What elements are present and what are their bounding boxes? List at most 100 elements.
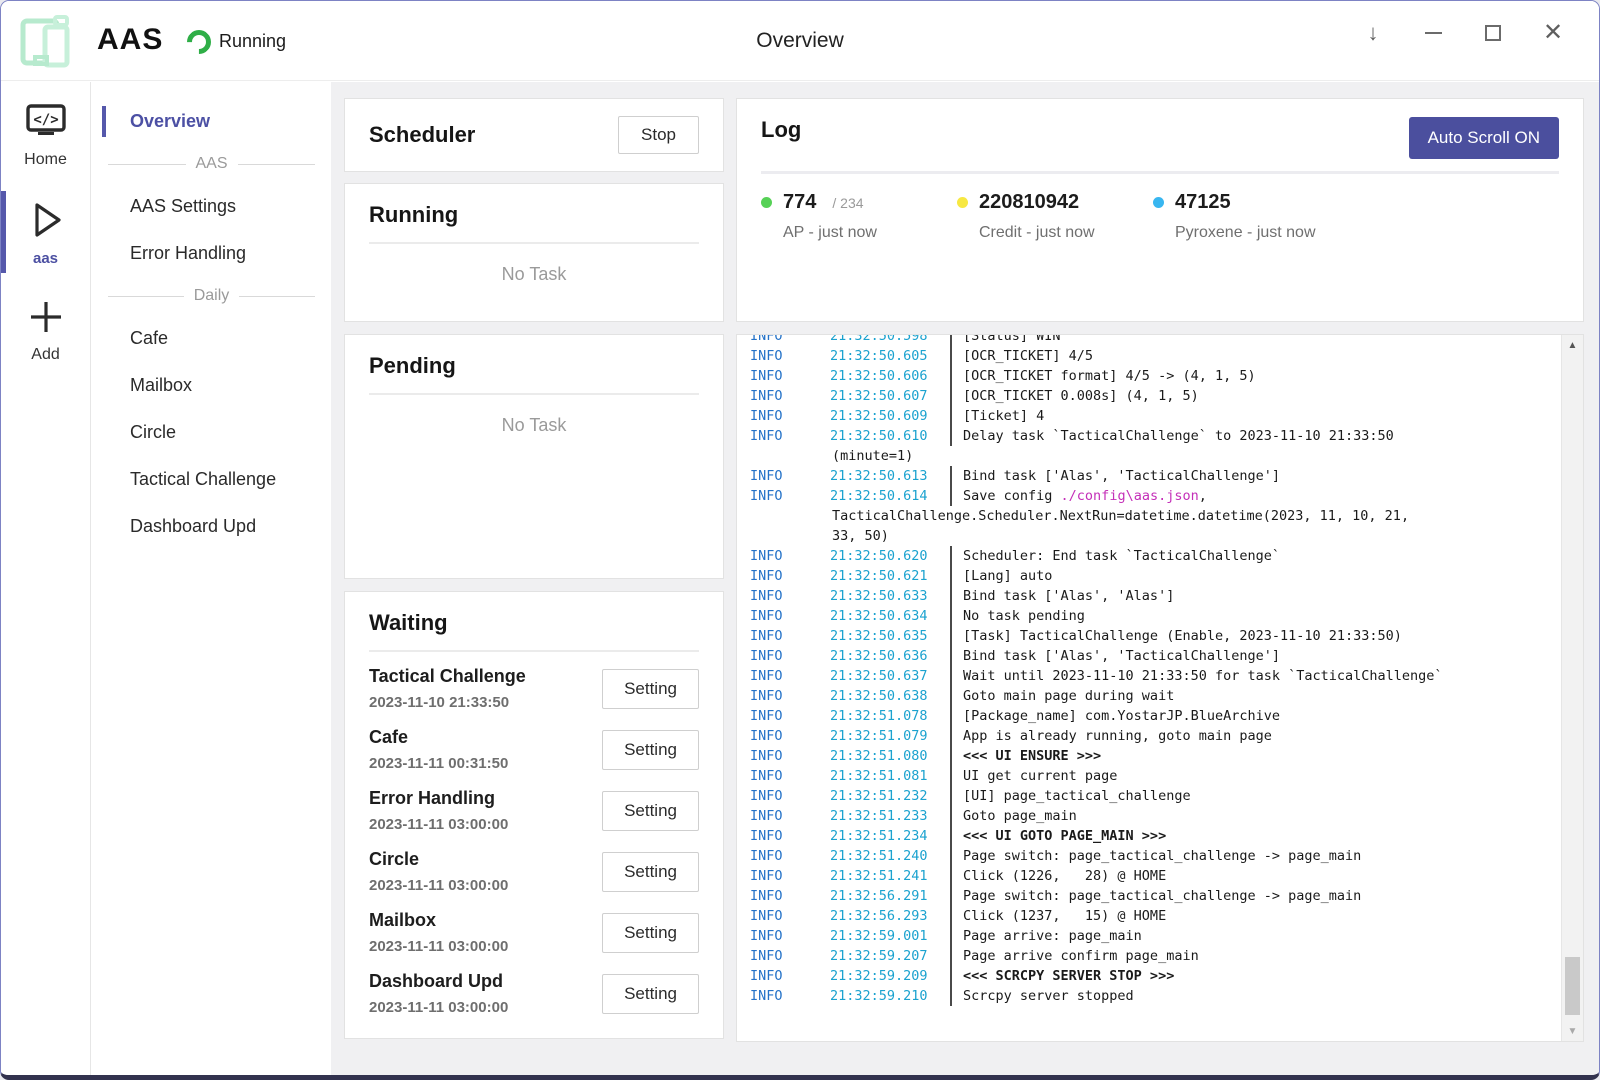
log-time: 21:32:50.613 — [830, 466, 948, 486]
waiting-task-info: Mailbox2023-11-11 03:00:00 — [369, 910, 508, 955]
scrollbar-down-icon[interactable]: ▼ — [1562, 1021, 1583, 1041]
setting-button[interactable]: Setting — [602, 791, 699, 831]
log-title: Log — [761, 117, 801, 143]
log-scrollbar[interactable]: ▲ ▼ — [1561, 335, 1583, 1041]
log-level: INFO — [750, 426, 830, 446]
waiting-task-name: Mailbox — [369, 910, 508, 931]
content-area: Scheduler Stop Running No Task Pending N… — [331, 82, 1599, 1075]
waiting-task-name: Dashboard Upd — [369, 971, 508, 992]
log-row: INFO21:32:50.609[Ticket] 4 — [750, 406, 1583, 426]
rail-item-add[interactable]: Add — [1, 285, 90, 374]
log-time: 21:32:50.620 — [830, 546, 948, 566]
log-time: 21:32:50.633 — [830, 586, 948, 606]
log-level: INFO — [750, 866, 830, 886]
log-row: INFO21:32:50.614Save config ./config\aas… — [750, 486, 1583, 506]
waiting-task-name: Error Handling — [369, 788, 508, 809]
log-row: INFO21:32:51.240Page switch: page_tactic… — [750, 846, 1583, 866]
scrollbar-up-icon[interactable]: ▲ — [1562, 335, 1583, 355]
nav-section-label: Daily — [194, 287, 230, 305]
log-time: 21:32:59.209 — [830, 966, 948, 986]
stat-value: 47125 — [1175, 191, 1231, 214]
waiting-task-row: Mailbox2023-11-11 03:00:00 Setting — [369, 902, 699, 963]
log-level: INFO — [750, 946, 830, 966]
log-separator — [950, 366, 952, 386]
setting-button[interactable]: Setting — [602, 913, 699, 953]
sidebar-item-dashboard-upd[interactable]: Dashboard Upd — [92, 507, 331, 546]
log-message: Scrcpy server stopped — [963, 986, 1583, 1006]
log-level: INFO — [750, 334, 830, 346]
log-level: INFO — [750, 706, 830, 726]
log-row: INFO21:32:50.634No task pending — [750, 606, 1583, 626]
log-lines: INFO21:32:50.598[Status] WININFO21:32:50… — [750, 334, 1583, 1006]
auto-scroll-button[interactable]: Auto Scroll ON — [1409, 117, 1559, 159]
log-time: 21:32:51.234 — [830, 826, 948, 846]
sidebar-item-aas-settings[interactable]: AAS Settings — [92, 187, 331, 226]
waiting-task-name: Circle — [369, 849, 508, 870]
log-level: INFO — [750, 486, 830, 506]
sidebar-item-overview[interactable]: Overview — [92, 102, 331, 141]
stop-button[interactable]: Stop — [618, 116, 699, 154]
log-time: 21:32:51.240 — [830, 846, 948, 866]
waiting-title: Waiting — [369, 610, 699, 636]
stat-item: 774/ 234AP - just now — [761, 191, 957, 242]
log-level: INFO — [750, 726, 830, 746]
scrollbar-thumb[interactable] — [1565, 957, 1580, 1015]
log-separator — [950, 906, 952, 926]
log-row: INFO21:32:51.234<<< UI GOTO PAGE_MAIN >>… — [750, 826, 1583, 846]
sidebar-item-tactical-challenge[interactable]: Tactical Challenge — [92, 460, 331, 499]
log-time: 21:32:51.080 — [830, 746, 948, 766]
log-separator — [950, 886, 952, 906]
stat-label: Credit - just now — [979, 224, 1153, 242]
log-message: Delay task `TacticalChallenge` to 2023-1… — [963, 426, 1583, 446]
log-separator — [950, 426, 952, 446]
log-time: 21:32:50.637 — [830, 666, 948, 686]
log-level: INFO — [750, 746, 830, 766]
sidebar-item-error-handling[interactable]: Error Handling — [92, 234, 331, 273]
stat-item: 220810942 Credit - just now — [957, 191, 1153, 242]
log-message: [Status] WIN — [963, 334, 1583, 346]
log-row: INFO21:32:59.210Scrcpy server stopped — [750, 986, 1583, 1006]
close-icon[interactable]: ✕ — [1535, 15, 1571, 51]
setting-button[interactable]: Setting — [602, 852, 699, 892]
log-message: No task pending — [963, 606, 1583, 626]
log-row: INFO21:32:50.635[Task] TacticalChallenge… — [750, 626, 1583, 646]
log-card: Log Auto Scroll ON 774/ 234AP - just now… — [736, 98, 1584, 322]
log-level: INFO — [750, 886, 830, 906]
log-row: INFO21:32:51.081UI get current page — [750, 766, 1583, 786]
stat-label: AP - just now — [783, 224, 957, 242]
log-row: INFO21:32:51.080 <<< UI ENSURE >>> — [750, 746, 1583, 766]
log-separator — [950, 606, 952, 626]
log-time: 21:32:50.638 — [830, 686, 948, 706]
log-separator — [950, 746, 952, 766]
left-rail: </>HomeaasAdd — [1, 82, 91, 1075]
log-message: Scheduler: End task `TacticalChallenge` — [963, 546, 1583, 566]
waiting-task-info: Cafe2023-11-11 00:31:50 — [369, 727, 508, 772]
log-message: <<< UI ENSURE >>> — [963, 746, 1583, 766]
rail-item-home[interactable]: </>Home — [1, 90, 90, 179]
waiting-task-row: Tactical Challenge2023-11-10 21:33:50Set… — [369, 658, 699, 719]
rail-item-aas[interactable]: aas — [1, 187, 90, 277]
maximize-icon[interactable] — [1475, 15, 1511, 51]
setting-button[interactable]: Setting — [602, 730, 699, 770]
log-separator — [950, 666, 952, 686]
scheduler-title: Scheduler — [369, 122, 475, 148]
log-time: 21:32:50.621 — [830, 566, 948, 586]
log-time: 21:32:50.610 — [830, 426, 948, 446]
sidebar-item-circle[interactable]: Circle — [92, 413, 331, 452]
stat-value: 220810942 — [979, 191, 1079, 214]
log-level: INFO — [750, 786, 830, 806]
nav-section-divider: Daily — [92, 281, 331, 311]
resource-stats: 774/ 234AP - just now 220810942 Credit - j… — [761, 191, 1559, 242]
sidebar-item-mailbox[interactable]: Mailbox — [92, 366, 331, 405]
log-level: INFO — [750, 566, 830, 586]
log-time: 21:32:51.233 — [830, 806, 948, 826]
log-level: INFO — [750, 766, 830, 786]
log-view[interactable]: INFO21:32:50.598[Status] WININFO21:32:50… — [736, 334, 1584, 1042]
minimize-icon[interactable] — [1415, 15, 1451, 51]
update-arrow-icon[interactable]: ↓ — [1355, 15, 1391, 51]
log-row: INFO21:32:56.291Page switch: page_tactic… — [750, 886, 1583, 906]
log-level: INFO — [750, 666, 830, 686]
sidebar-item-cafe[interactable]: Cafe — [92, 319, 331, 358]
setting-button[interactable]: Setting — [602, 669, 699, 709]
setting-button[interactable]: Setting — [602, 974, 699, 1014]
